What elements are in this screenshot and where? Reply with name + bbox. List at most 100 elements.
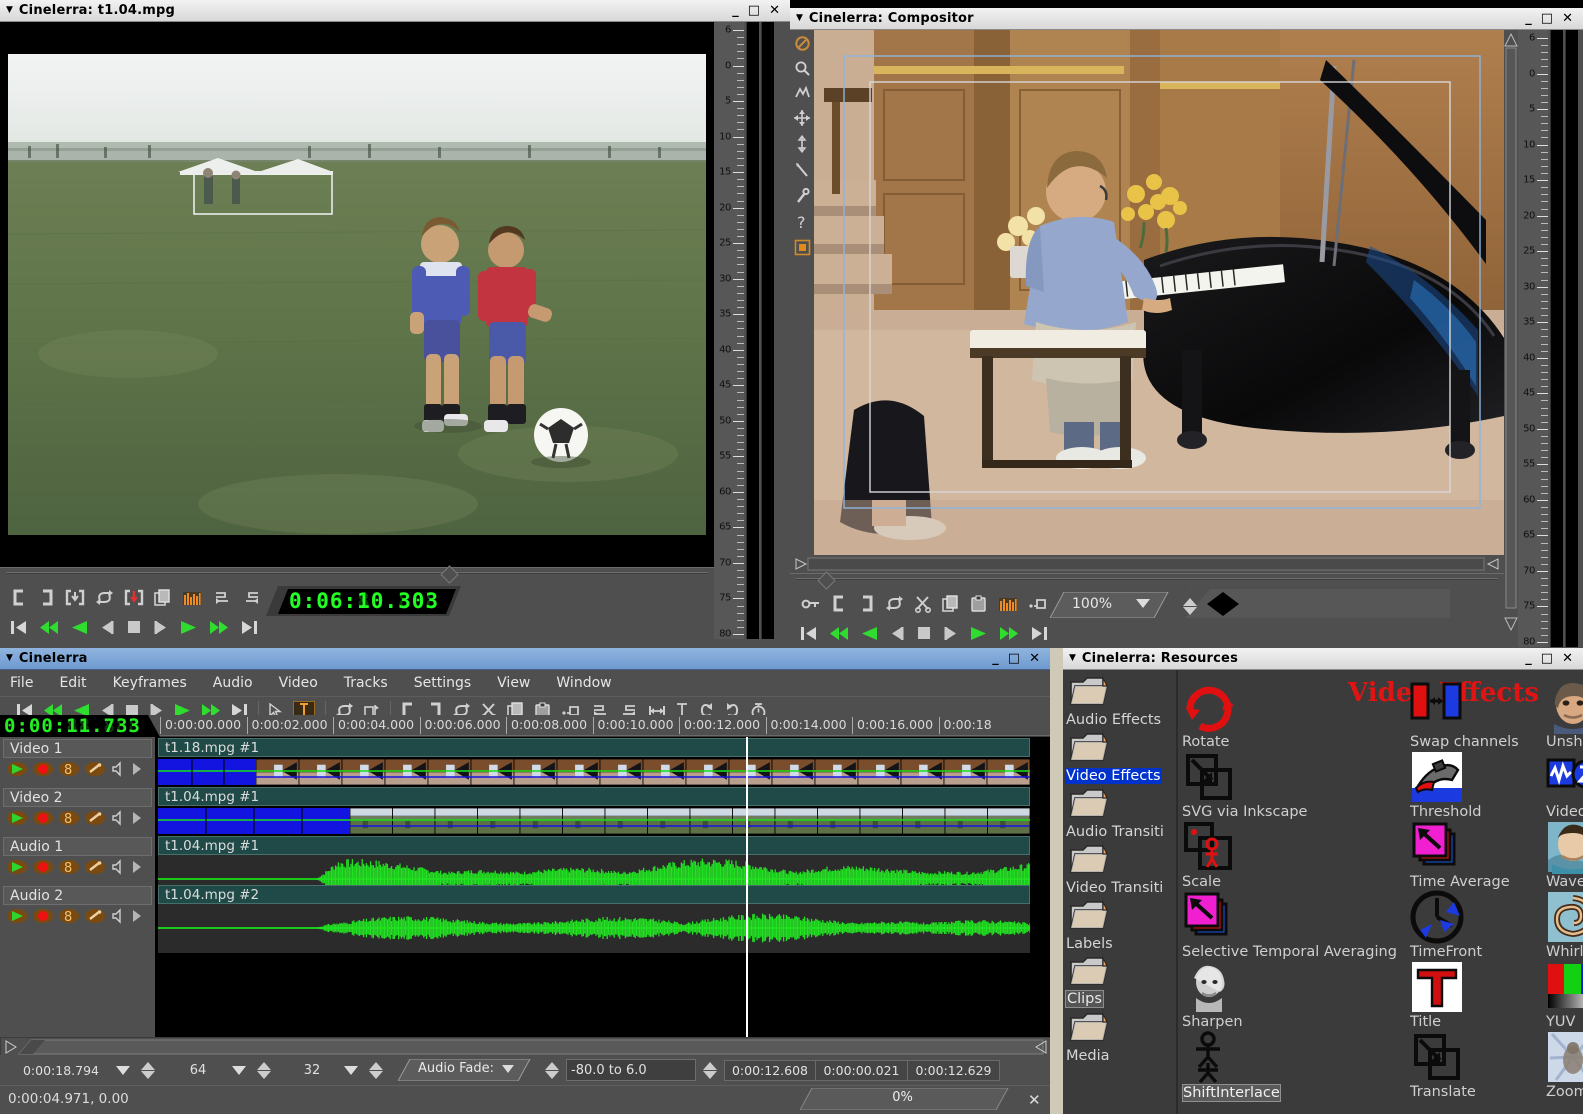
yuv-icon[interactable] <box>1546 960 1583 1014</box>
main-timecode-display[interactable]: 8:88:88.888 0:00:11.733 <box>0 715 160 737</box>
jump-to-end-icon[interactable] <box>241 620 258 635</box>
swap-channels-icon[interactable] <box>1410 680 1464 734</box>
selection-length-field[interactable]: 0:00:00.021 <box>816 1060 908 1081</box>
reverse-play-icon[interactable] <box>861 626 877 641</box>
resource-folder[interactable]: Labels <box>1063 900 1176 952</box>
fade-stepper-left[interactable] <box>544 1062 560 1079</box>
zoom-amp-stepper[interactable] <box>256 1062 272 1079</box>
videoscope-icon[interactable] <box>1546 750 1583 804</box>
track-name[interactable]: Video 1 <box>3 739 152 758</box>
menu-keyframes[interactable]: Keyframes <box>113 675 187 691</box>
fade-mode-select[interactable]: Audio Fade: <box>398 1059 538 1081</box>
resource-folder[interactable]: Media <box>1063 1012 1176 1064</box>
resource-folder[interactable]: Audio Transiti <box>1063 788 1176 840</box>
draw-keyframes-icon[interactable] <box>85 909 105 923</box>
expand-track-icon[interactable] <box>131 909 143 923</box>
play-track-icon[interactable] <box>7 762 27 776</box>
viewer-transport[interactable]: 8:88:88.888 0:06:10.303 <box>0 567 714 648</box>
compositor-window[interactable]: ▼ Cinelerra: Compositor _ □ ✕ ? <box>790 8 1583 648</box>
selection-end-field[interactable]: 0:00:12.629 <box>908 1060 1000 1081</box>
effect-item[interactable]: Scale <box>1182 820 1236 874</box>
stop-progress-button[interactable]: ✕ <box>1028 1091 1041 1109</box>
effect-item[interactable]: Unsharp <box>1546 680 1583 734</box>
maximize-button[interactable]: □ <box>1008 652 1020 665</box>
viewer-video-display[interactable] <box>0 22 714 567</box>
selection-start-field[interactable]: 0:00:12.608 <box>724 1060 816 1081</box>
mask-icon[interactable] <box>795 86 810 100</box>
overwrite-red-icon[interactable] <box>125 590 143 605</box>
track-header-panel[interactable]: Video 18Video 28Audio 18Audio 28 <box>0 737 155 1037</box>
effect-item[interactable]: Sharpen <box>1182 960 1236 1014</box>
menu-tracks[interactable]: Tracks <box>344 675 388 691</box>
compositor-slider-handle[interactable] <box>817 571 835 589</box>
timefront-icon[interactable] <box>1410 890 1464 944</box>
in-point-icon[interactable] <box>12 590 27 605</box>
play-icon[interactable] <box>971 626 987 641</box>
stop-icon[interactable] <box>127 620 141 634</box>
main-status-bar[interactable]: 0:00:18.794 64 32 <box>0 1055 1050 1085</box>
window-menu-icon[interactable]: ▼ <box>794 14 805 23</box>
playhead-cursor[interactable] <box>746 737 748 1037</box>
resource-folder[interactable]: Audio Effects <box>1063 676 1176 728</box>
record-track-icon[interactable] <box>33 909 53 923</box>
frame-reverse-icon[interactable] <box>890 626 904 641</box>
rewind-to-start-icon[interactable] <box>10 620 27 635</box>
effect-item[interactable]: ShiftInterlace <box>1182 1030 1236 1084</box>
main-titlebar[interactable]: ▼ Cinelerra _ □ ✕ <box>0 648 1050 670</box>
expand-track-icon[interactable] <box>131 811 143 825</box>
clip-label[interactable]: t1.04.mpg #1 <box>158 787 1030 806</box>
gang-faders-icon[interactable]: 8 <box>59 811 79 825</box>
overwrite-icon[interactable] <box>886 596 903 611</box>
menu-edit[interactable]: Edit <box>59 675 86 691</box>
zoom-time-stepper[interactable] <box>140 1062 156 1079</box>
unsharp-icon[interactable] <box>1546 680 1583 734</box>
projector-icon[interactable] <box>795 136 809 152</box>
gang-faders-icon[interactable]: 8 <box>59 909 79 923</box>
compositor-video-display[interactable] <box>814 30 1504 555</box>
menu-view[interactable]: View <box>497 675 530 691</box>
mute-track-icon[interactable] <box>111 909 125 923</box>
copy-icon[interactable] <box>943 596 959 612</box>
window-menu-icon[interactable]: ▼ <box>4 6 15 15</box>
zoom-blur-icon[interactable] <box>1546 1030 1583 1084</box>
compositor-transport[interactable]: 100% <box>790 555 1504 648</box>
fast-reverse-icon[interactable] <box>40 620 58 635</box>
resource-folder[interactable]: Clips <box>1063 956 1176 1008</box>
minimize-button[interactable]: _ <box>732 4 739 17</box>
menu-settings[interactable]: Settings <box>414 675 471 691</box>
draw-keyframes-icon[interactable] <box>85 860 105 874</box>
track-control-buttons[interactable]: 8 <box>0 905 155 927</box>
histogram-icon[interactable] <box>183 590 201 606</box>
eyedropper-icon[interactable] <box>795 188 809 204</box>
splice-icon[interactable] <box>66 590 84 605</box>
overwrite-icon[interactable] <box>96 590 113 605</box>
minimize-button[interactable]: _ <box>1525 12 1532 25</box>
track-header[interactable]: Audio 18 <box>0 835 155 884</box>
jump-to-end-icon[interactable] <box>1031 626 1048 641</box>
timeline-hscrollbar[interactable] <box>0 1037 1050 1055</box>
effect-item[interactable]: Time Average <box>1410 820 1464 874</box>
copy-icon[interactable] <box>155 590 171 606</box>
timeline-ruler[interactable]: 0:00:00.0000:00:02.0000:00:04.0000:00:06… <box>160 715 1050 737</box>
cut-icon[interactable] <box>915 596 931 612</box>
effect-item[interactable]: SVG via Inkscape <box>1182 750 1236 804</box>
in-point-icon[interactable] <box>832 596 847 611</box>
record-track-icon[interactable] <box>33 811 53 825</box>
track-control-buttons[interactable]: 8 <box>0 856 155 878</box>
effect-item[interactable]: Wave <box>1546 820 1583 874</box>
close-button[interactable]: ✕ <box>1562 12 1573 25</box>
mute-track-icon[interactable] <box>111 811 125 825</box>
translate-icon[interactable] <box>1410 1030 1464 1084</box>
track-header[interactable]: Video 28 <box>0 786 155 835</box>
zoom-time-chevron-icon[interactable] <box>116 1066 130 1075</box>
title-icon[interactable] <box>1410 960 1464 1014</box>
resources-window[interactable]: ▼ Cinelerra: Resources _ □ ✕ Audio Effec… <box>1050 648 1583 1114</box>
gang-faders-icon[interactable]: 8 <box>59 762 79 776</box>
safe-regions-icon[interactable] <box>795 240 810 255</box>
zoom-amp-chevron-icon[interactable] <box>232 1066 246 1075</box>
maximize-button[interactable]: □ <box>1541 12 1553 25</box>
shift-interlace-icon[interactable] <box>1182 1030 1236 1084</box>
effect-item[interactable]: Swap channels <box>1410 680 1464 734</box>
menu-file[interactable]: File <box>10 675 33 691</box>
expand-track-icon[interactable] <box>131 762 143 776</box>
